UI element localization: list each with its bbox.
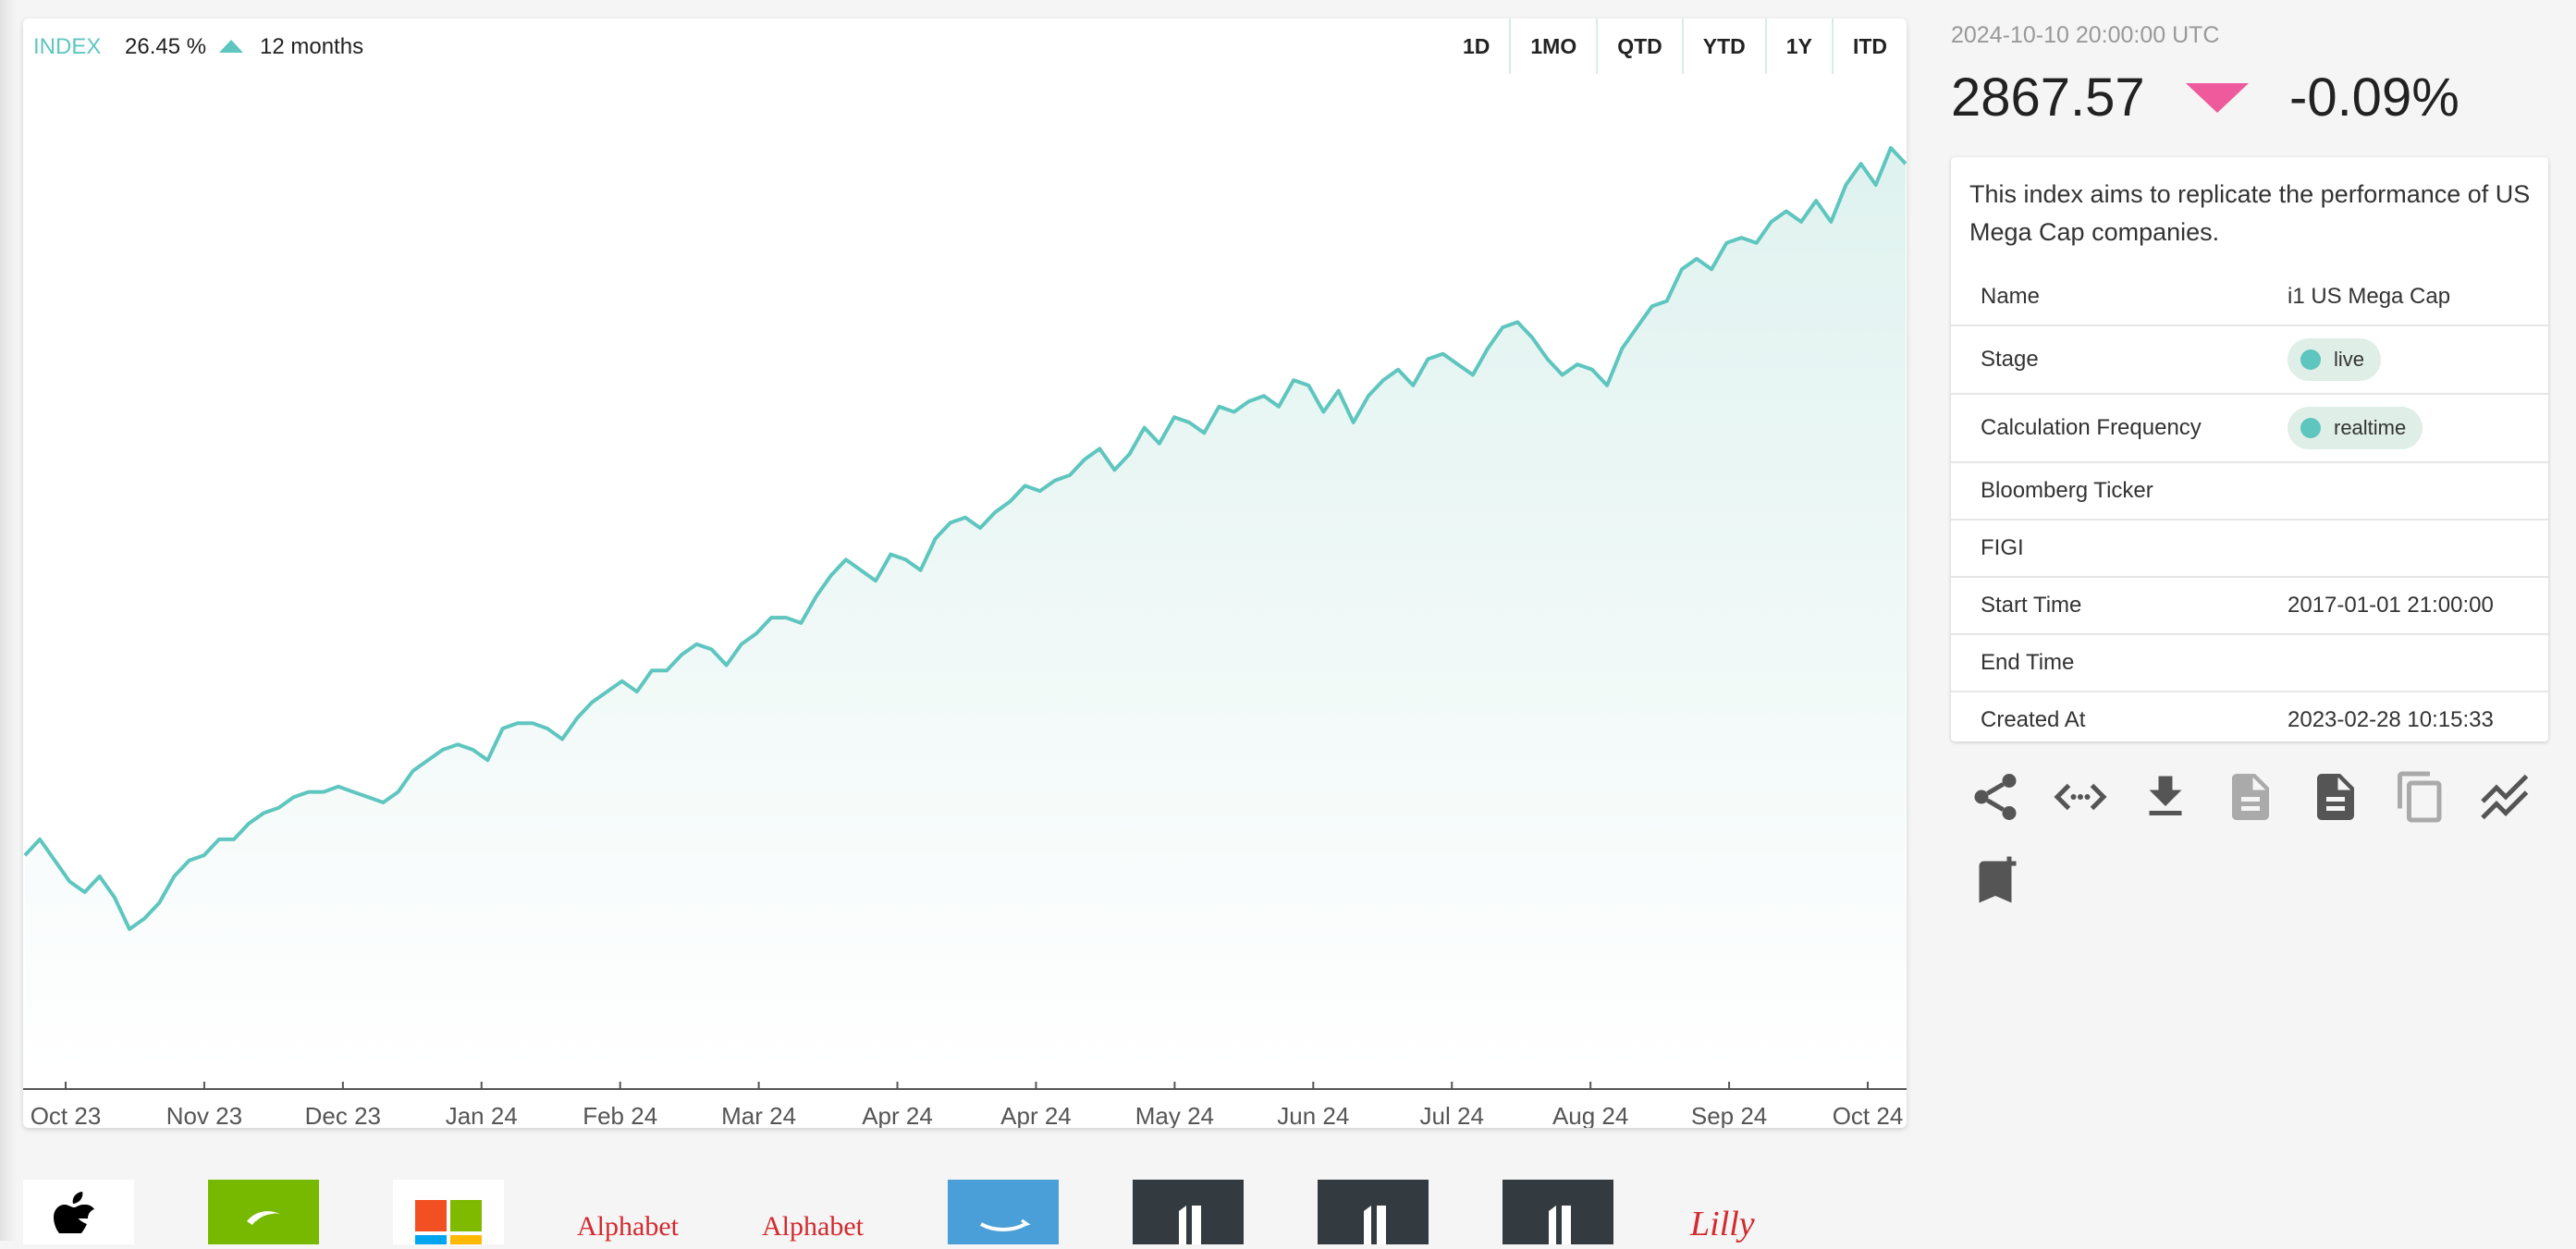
chip-label: realtime bbox=[2334, 416, 2407, 439]
info-value: i1 US Mega Cap bbox=[2288, 284, 2451, 309]
apple-logo[interactable] bbox=[23, 1180, 134, 1244]
info-row-stage: Stage live bbox=[1951, 324, 2548, 393]
x-tick-label: Jun 24 bbox=[1277, 1102, 1349, 1128]
info-row-created-at: Created At 2023-02-28 10:15:33 bbox=[1951, 691, 2548, 748]
x-tick-label: Apr 24 bbox=[862, 1102, 933, 1128]
info-table: Name i1 US Mega Cap Stage live Calculati… bbox=[1951, 269, 2548, 748]
chart-card: INDEX 26.45 % 12 months 1D 1MO QTD YTD 1… bbox=[23, 18, 1907, 1128]
alphabet-logo-2[interactable]: Alphabet bbox=[762, 1211, 864, 1243]
info-row-frequency: Calculation Frequency realtime bbox=[1951, 393, 2548, 461]
info-row-start-time: Start Time 2017-01-01 21:00:00 bbox=[1951, 576, 2548, 633]
info-row-bloomberg: Bloomberg Ticker bbox=[1951, 461, 2548, 519]
document-icon[interactable] bbox=[2223, 769, 2278, 825]
info-value: 2023-02-28 10:15:33 bbox=[2288, 707, 2494, 732]
x-tick-label: Dec 23 bbox=[305, 1102, 381, 1128]
x-tick-label: Oct 24 bbox=[1833, 1102, 1904, 1128]
download-icon[interactable] bbox=[2138, 769, 2193, 825]
info-row-end-time: End Time bbox=[1951, 633, 2548, 691]
info-key: Name bbox=[1981, 284, 2041, 309]
x-tick-label: May 24 bbox=[1135, 1102, 1214, 1128]
nvidia-logo[interactable] bbox=[208, 1180, 319, 1244]
stage-chip: live bbox=[2288, 338, 2382, 381]
index-chart[interactable]: Oct 23 Nov 23 Dec 23 Jan 24 Feb 24 Mar 24 Apr … bbox=[23, 18, 1907, 1128]
x-tick-label: Apr 24 bbox=[1000, 1102, 1072, 1128]
constituent-logos: Alphabet Alphabet Lilly bbox=[0, 1172, 2576, 1244]
alphabet-logo-1[interactable]: Alphabet bbox=[577, 1211, 679, 1243]
bookmark-add-icon[interactable] bbox=[1968, 854, 2023, 910]
share-icon[interactable] bbox=[1968, 769, 2023, 825]
document-filled-icon[interactable] bbox=[2308, 769, 2363, 825]
chart-area-fill bbox=[25, 148, 1906, 1071]
info-key: Start Time bbox=[1981, 593, 2082, 618]
chip-label: live bbox=[2334, 348, 2365, 371]
info-key: Calculation Frequency bbox=[1981, 415, 2202, 440]
x-tick-label: Aug 24 bbox=[1552, 1102, 1628, 1128]
price-change: -0.09% bbox=[2289, 67, 2459, 128]
quote-timestamp: 2024-10-10 20:00:00 UTC bbox=[1951, 22, 2220, 48]
x-tick-label: Nov 23 bbox=[166, 1102, 242, 1128]
x-tick-label: Mar 24 bbox=[721, 1102, 796, 1128]
info-key: End Time bbox=[1981, 650, 2075, 675]
x-tick-label: Sep 24 bbox=[1691, 1102, 1767, 1128]
i1-logo-2[interactable] bbox=[1318, 1180, 1429, 1244]
microsoft-logo[interactable] bbox=[393, 1180, 504, 1244]
status-dot-icon bbox=[2300, 418, 2321, 438]
info-key: Bloomberg Ticker bbox=[1981, 478, 2153, 503]
info-row-figi: FIGI bbox=[1951, 519, 2548, 576]
lilly-logo[interactable]: Lilly bbox=[1690, 1204, 1755, 1244]
x-tick-label: Jul 24 bbox=[1420, 1102, 1484, 1128]
x-tick-label: Jan 24 bbox=[446, 1102, 518, 1128]
info-card: This index aims to replicate the perform… bbox=[1951, 157, 2548, 741]
index-price: 2867.57 bbox=[1951, 67, 2145, 128]
down-arrow-icon bbox=[2186, 83, 2249, 113]
page-edge-shadow bbox=[0, 0, 17, 1241]
x-tick-label: Feb 24 bbox=[583, 1102, 657, 1128]
x-tick-label: Oct 23 bbox=[31, 1102, 102, 1128]
i1-logo-1[interactable] bbox=[1133, 1180, 1244, 1244]
amazon-logo[interactable] bbox=[948, 1180, 1059, 1244]
info-key: Created At bbox=[1981, 707, 2086, 732]
i1-logo-3[interactable] bbox=[1503, 1180, 1613, 1244]
frequency-chip: realtime bbox=[2288, 407, 2423, 449]
status-dot-icon bbox=[2300, 349, 2321, 370]
compare-icon[interactable] bbox=[2478, 769, 2533, 825]
info-row-name: Name i1 US Mega Cap bbox=[1951, 269, 2548, 324]
code-icon[interactable] bbox=[2053, 769, 2108, 825]
copy-icon[interactable] bbox=[2393, 769, 2448, 825]
info-value: 2017-01-01 21:00:00 bbox=[2288, 593, 2494, 618]
info-key: Stage bbox=[1981, 347, 2039, 372]
info-key: FIGI bbox=[1981, 535, 2024, 560]
index-description: This index aims to replicate the perform… bbox=[1969, 180, 2531, 246]
